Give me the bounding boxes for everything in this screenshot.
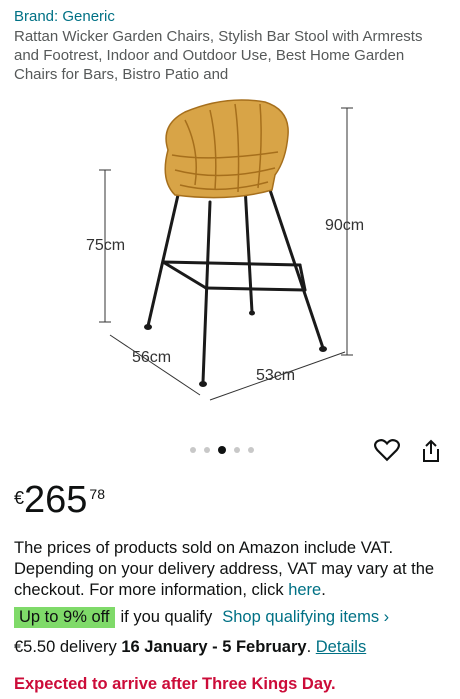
product-title: Rattan Wicker Garden Chairs, Stylish Bar… — [14, 28, 423, 83]
vat-text: The prices of products sold on Amazon in… — [14, 539, 435, 599]
carousel-dot[interactable] — [234, 447, 240, 453]
price-currency: € — [14, 488, 25, 508]
dim-seat-height: 75cm — [86, 237, 125, 254]
vat-here-link[interactable]: here — [288, 581, 321, 599]
image-carousel-dots[interactable] — [190, 446, 254, 454]
carousel-dot[interactable] — [204, 447, 210, 453]
chevron-right-icon: › — [383, 608, 390, 626]
price: € 265 78 — [14, 480, 105, 520]
dim-total-height: 90cm — [325, 217, 364, 234]
heart-icon[interactable] — [374, 438, 400, 467]
deal-row: Up to 9% off if you qualify Shop qualify… — [14, 607, 389, 628]
delivery-details-link[interactable]: Details — [316, 638, 366, 656]
delivery-sep: . — [306, 638, 316, 656]
carousel-dot[interactable] — [190, 447, 196, 453]
vat-end: . — [321, 581, 326, 599]
arrival-notice: Expected to arrive after Three Kings Day… — [14, 675, 336, 693]
price-fraction: 78 — [89, 486, 105, 502]
dim-width: 53cm — [256, 367, 295, 384]
shop-qualifying-link[interactable]: Shop qualifying items › — [222, 608, 389, 627]
delivery-cost: €5.50 delivery — [14, 638, 117, 656]
bar-stool-illustration: 75cm 90cm 56cm 53cm — [86, 99, 364, 401]
share-icon[interactable] — [420, 438, 442, 469]
shop-qualifying-label: Shop qualifying items — [222, 608, 380, 626]
carousel-dot[interactable] — [248, 447, 254, 453]
delivery-row: €5.50 delivery 16 January - 5 February. … — [14, 638, 366, 657]
brand-link[interactable]: Brand: Generic — [14, 8, 115, 25]
price-whole: 265 — [24, 479, 88, 521]
qualify-text: if you qualify — [120, 608, 213, 626]
product-image[interactable]: 75cm 90cm 56cm 53cm — [60, 90, 400, 420]
delivery-dates: 16 January - 5 February — [121, 638, 307, 656]
discount-badge: Up to 9% off — [14, 607, 115, 628]
dim-depth: 56cm — [132, 349, 171, 366]
carousel-dot-active[interactable] — [218, 446, 226, 454]
vat-notice: The prices of products sold on Amazon in… — [14, 538, 446, 601]
